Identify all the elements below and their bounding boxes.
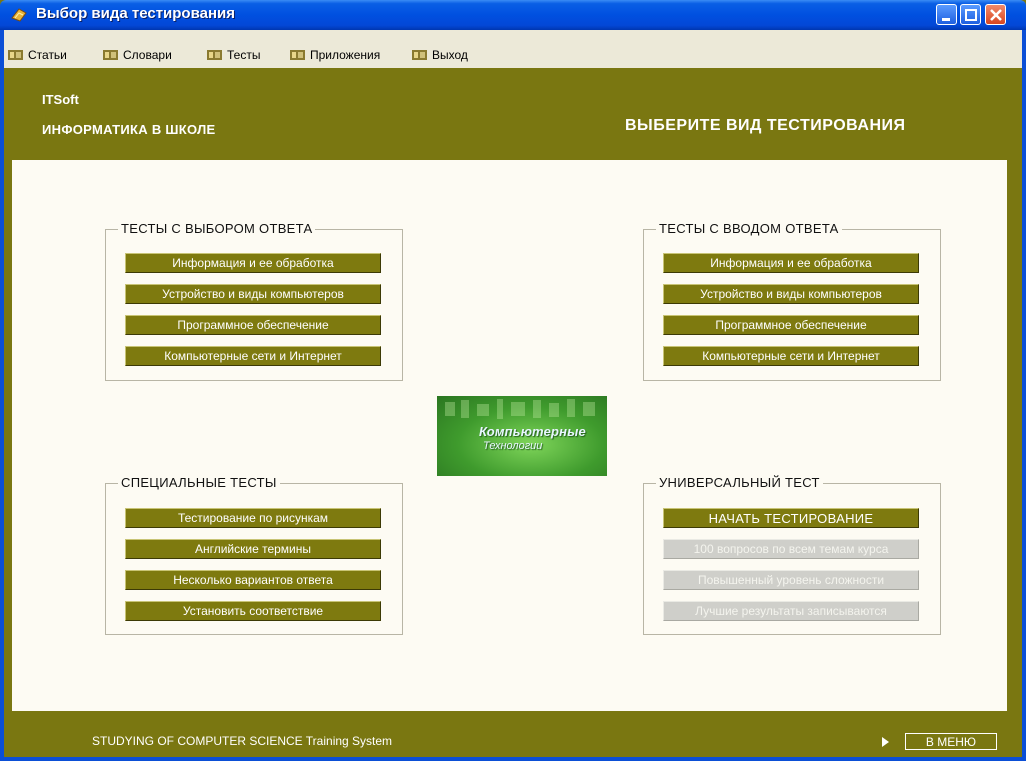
- menu-item-label: Приложения: [310, 48, 381, 62]
- app-icon: [11, 8, 27, 22]
- menu-book-icon: [207, 50, 222, 60]
- close-icon: [990, 9, 1002, 21]
- menu-book-icon: [290, 50, 305, 60]
- back-to-menu-button[interactable]: В МЕНЮ: [905, 733, 997, 750]
- menu-book-icon: [412, 50, 427, 60]
- menu-bar-divider: [0, 64, 1026, 68]
- input-test-button-4[interactable]: Компьютерные сети и Интернет: [663, 346, 919, 366]
- logo-text-line2: Технологии: [483, 440, 543, 452]
- menu-item-label: Выход: [432, 48, 468, 62]
- menu-book-icon: [103, 50, 118, 60]
- minimize-button[interactable]: [936, 4, 957, 25]
- footer-caption: STUDYING OF COMPUTER SCIENCE Training Sy…: [92, 734, 393, 748]
- menu-item-label: Словари: [123, 48, 172, 62]
- window-frame-right: [1022, 30, 1026, 761]
- choice-test-button-4[interactable]: Компьютерные сети и Интернет: [125, 346, 381, 366]
- special-test-button-1[interactable]: Тестирование по рисункам: [125, 508, 381, 528]
- menu-item-applications[interactable]: Приложения: [290, 47, 380, 63]
- menu-item-tests[interactable]: Тесты: [207, 47, 260, 63]
- menu-item-label: Статьи: [28, 48, 67, 62]
- group-title: УНИВЕРСАЛЬНЫЙ ТЕСТ: [656, 475, 823, 490]
- window-frame-bottom: [0, 757, 1026, 761]
- special-test-button-4[interactable]: Установить соответствие: [125, 601, 381, 621]
- window-title: Выбор вида тестирования: [36, 5, 235, 22]
- universal-info-2: Повышенный уровень сложности: [663, 570, 919, 590]
- menu-item-articles[interactable]: Статьи: [8, 47, 67, 63]
- menu-book-icon: [8, 50, 23, 60]
- maximize-icon: [965, 9, 977, 21]
- title-bar[interactable]: Выбор вида тестирования: [0, 0, 1026, 30]
- group-title: ТЕСТЫ С ВЫБОРОМ ОТВЕТА: [118, 221, 316, 236]
- group-title: ТЕСТЫ С ВВОДОМ ОТВЕТА: [656, 221, 842, 236]
- menu-item-label: Тесты: [227, 48, 261, 62]
- minimize-icon: [942, 18, 950, 21]
- input-test-button-3[interactable]: Программное обеспечение: [663, 315, 919, 335]
- universal-info-1: 100 вопросов по всем темам курса: [663, 539, 919, 559]
- maximize-button[interactable]: [960, 4, 981, 25]
- page-headline: ВЫБЕРИТЕ ВИД ТЕСТИРОВАНИЯ: [625, 117, 906, 134]
- arrow-right-icon: [882, 737, 889, 747]
- menu-item-dictionaries[interactable]: Словари: [103, 47, 172, 63]
- group-title: СПЕЦИАЛЬНЫЕ ТЕСТЫ: [118, 475, 280, 490]
- subject-title: ИНФОРМАТИКА В ШКОЛЕ: [42, 122, 216, 137]
- window-frame-left: [0, 30, 4, 761]
- menu-item-exit[interactable]: Выход: [412, 47, 468, 63]
- main-panel: ТЕСТЫ С ВЫБОРОМ ОТВЕТА Информация и ее о…: [12, 160, 1007, 711]
- input-test-button-1[interactable]: Информация и ее обработка: [663, 253, 919, 273]
- company-logo: Компьютерные Технологии: [437, 396, 607, 476]
- logo-text-line1: Компьютерные: [479, 424, 586, 439]
- close-button[interactable]: [985, 4, 1006, 25]
- brand-name: ITSoft: [42, 92, 79, 107]
- start-testing-button[interactable]: НАЧАТЬ ТЕСТИРОВАНИЕ: [663, 508, 919, 528]
- special-test-button-2[interactable]: Английские термины: [125, 539, 381, 559]
- choice-test-button-3[interactable]: Программное обеспечение: [125, 315, 381, 335]
- special-test-button-3[interactable]: Несколько вариантов ответа: [125, 570, 381, 590]
- choice-test-button-1[interactable]: Информация и ее обработка: [125, 253, 381, 273]
- app-window: Выбор вида тестирования Статьи Словари Т…: [0, 0, 1026, 761]
- input-test-button-2[interactable]: Устройство и виды компьютеров: [663, 284, 919, 304]
- choice-test-button-2[interactable]: Устройство и виды компьютеров: [125, 284, 381, 304]
- universal-info-3: Лучшие результаты записываются: [663, 601, 919, 621]
